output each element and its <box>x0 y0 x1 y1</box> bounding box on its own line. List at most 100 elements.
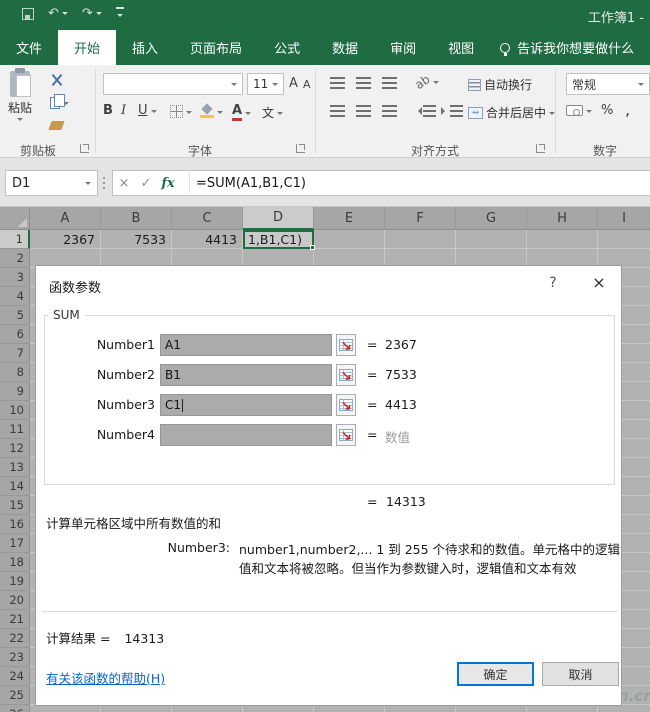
column-header-I[interactable]: I <box>598 207 650 230</box>
align-top-button[interactable] <box>330 77 345 89</box>
cell-B1[interactable]: 7533 <box>101 230 172 249</box>
decrease-indent-button[interactable] <box>414 105 436 117</box>
shrink-font-button[interactable]: A <box>303 79 311 90</box>
grid-cell[interactable] <box>385 705 456 712</box>
row-header-25[interactable]: 25 <box>0 686 30 705</box>
row-header-9[interactable]: 9 <box>0 382 30 401</box>
undo-icon[interactable]: ↶ <box>48 7 68 20</box>
grid-cell[interactable] <box>30 705 101 712</box>
tab-data[interactable]: 数据 <box>316 30 374 65</box>
borders-button[interactable] <box>170 105 192 118</box>
insert-function-icon[interactable]: fx <box>157 176 179 191</box>
grid-cell[interactable] <box>101 705 172 712</box>
wrap-text-button[interactable]: 自动换行 <box>468 76 532 93</box>
grid-cell[interactable] <box>314 705 385 712</box>
ok-button[interactable]: 确定 <box>457 662 534 686</box>
accounting-format-button[interactable] <box>566 105 592 116</box>
tab-review[interactable]: 审阅 <box>374 30 432 65</box>
row-header-18[interactable]: 18 <box>0 553 30 572</box>
align-bottom-button[interactable] <box>382 77 397 89</box>
tab-view[interactable]: 视图 <box>432 30 490 65</box>
row-header-11[interactable]: 11 <box>0 420 30 439</box>
cancel-entry-icon[interactable]: × <box>113 176 135 191</box>
function-help-link[interactable]: 有关该函数的帮助(H) <box>46 668 165 687</box>
clipboard-dialog-launcher-icon[interactable] <box>80 144 89 153</box>
cell-H1[interactable] <box>527 230 598 249</box>
row-header-7[interactable]: 7 <box>0 344 30 363</box>
copy-button[interactable] <box>50 97 69 109</box>
tab-insert[interactable]: 插入 <box>116 30 174 65</box>
column-header-E[interactable]: E <box>314 207 385 230</box>
cancel-button[interactable]: 取消 <box>542 662 619 686</box>
argument-input-number1[interactable]: A1 <box>160 334 332 356</box>
row-header-20[interactable]: 20 <box>0 591 30 610</box>
row-header-6[interactable]: 6 <box>0 325 30 344</box>
row-header-2[interactable]: 2 <box>0 249 30 268</box>
cell-I1[interactable] <box>598 230 650 249</box>
cell-D1[interactable]: 1,B1,C1) <box>243 230 314 249</box>
dialog-help-icon[interactable]: ? <box>542 275 564 291</box>
collapse-dialog-range-picker-icon[interactable] <box>336 364 356 386</box>
collapse-dialog-range-picker-icon[interactable] <box>336 424 356 446</box>
argument-input-number4[interactable] <box>160 424 332 446</box>
merge-center-button[interactable]: ↔合并后居中 <box>468 104 555 121</box>
font-dialog-launcher-icon[interactable] <box>296 144 305 153</box>
font-name-combo[interactable] <box>103 73 243 95</box>
grid-cell[interactable] <box>527 705 598 712</box>
row-header-5[interactable]: 5 <box>0 306 30 325</box>
phonetic-button[interactable]: 文 <box>262 104 283 121</box>
bold-button[interactable]: B <box>103 104 113 117</box>
row-header-14[interactable]: 14 <box>0 477 30 496</box>
italic-button[interactable]: I <box>121 104 126 117</box>
align-right-button[interactable] <box>382 105 397 117</box>
row-header-1[interactable]: 1 <box>0 230 30 249</box>
column-header-F[interactable]: F <box>385 207 456 230</box>
cell-F1[interactable] <box>385 230 456 249</box>
cell-G1[interactable] <box>456 230 527 249</box>
argument-input-number2[interactable]: B1 <box>160 364 332 386</box>
alignment-dialog-launcher-icon[interactable] <box>536 144 545 153</box>
cell-A1[interactable]: 2367 <box>30 230 101 249</box>
grow-font-button[interactable]: A <box>289 77 298 90</box>
comma-style-button[interactable]: , <box>625 102 630 118</box>
grid-cell[interactable] <box>243 705 314 712</box>
row-header-24[interactable]: 24 <box>0 667 30 686</box>
row-header-19[interactable]: 19 <box>0 572 30 591</box>
row-header-8[interactable]: 8 <box>0 363 30 382</box>
percent-style-button[interactable]: % <box>601 104 613 117</box>
save-icon[interactable] <box>22 8 34 20</box>
row-header-15[interactable]: 15 <box>0 496 30 515</box>
font-size-combo[interactable]: 11 <box>247 73 284 95</box>
grid-cell[interactable] <box>456 705 527 712</box>
row-header-10[interactable]: 10 <box>0 401 30 420</box>
column-header-D[interactable]: D <box>243 207 314 230</box>
tab-file[interactable]: 文件 <box>0 30 58 65</box>
row-header-26[interactable]: 26 <box>0 705 30 712</box>
fill-color-button[interactable] <box>200 105 223 118</box>
row-header-23[interactable]: 23 <box>0 648 30 667</box>
increase-indent-button[interactable] <box>441 105 463 117</box>
collapse-dialog-range-picker-icon[interactable] <box>336 334 356 356</box>
cell-C1[interactable]: 4413 <box>172 230 243 249</box>
column-header-B[interactable]: B <box>101 207 172 230</box>
formula-input[interactable]: =SUM(A1,B1,C1) <box>196 176 306 191</box>
row-header-16[interactable]: 16 <box>0 515 30 534</box>
close-icon[interactable]: × <box>586 273 612 292</box>
align-left-button[interactable] <box>330 105 345 117</box>
tab-formulas[interactable]: 公式 <box>258 30 316 65</box>
font-color-button[interactable]: A <box>232 104 251 121</box>
fill-handle[interactable] <box>310 245 315 250</box>
tab-page-layout[interactable]: 页面布局 <box>174 30 258 65</box>
row-header-17[interactable]: 17 <box>0 534 30 553</box>
number-format-combo[interactable]: 常规 <box>566 73 650 95</box>
row-header-13[interactable]: 13 <box>0 458 30 477</box>
format-painter-button[interactable] <box>50 121 63 130</box>
grid-cell[interactable] <box>598 705 650 712</box>
align-middle-button[interactable] <box>356 77 371 89</box>
cell-E1[interactable] <box>314 230 385 249</box>
paste-button[interactable]: 粘贴 <box>8 71 32 124</box>
column-header-H[interactable]: H <box>527 207 598 230</box>
row-header-4[interactable]: 4 <box>0 287 30 306</box>
align-center-button[interactable] <box>356 105 371 117</box>
tell-me-box[interactable]: 告诉我你想要做什么 <box>490 30 634 65</box>
